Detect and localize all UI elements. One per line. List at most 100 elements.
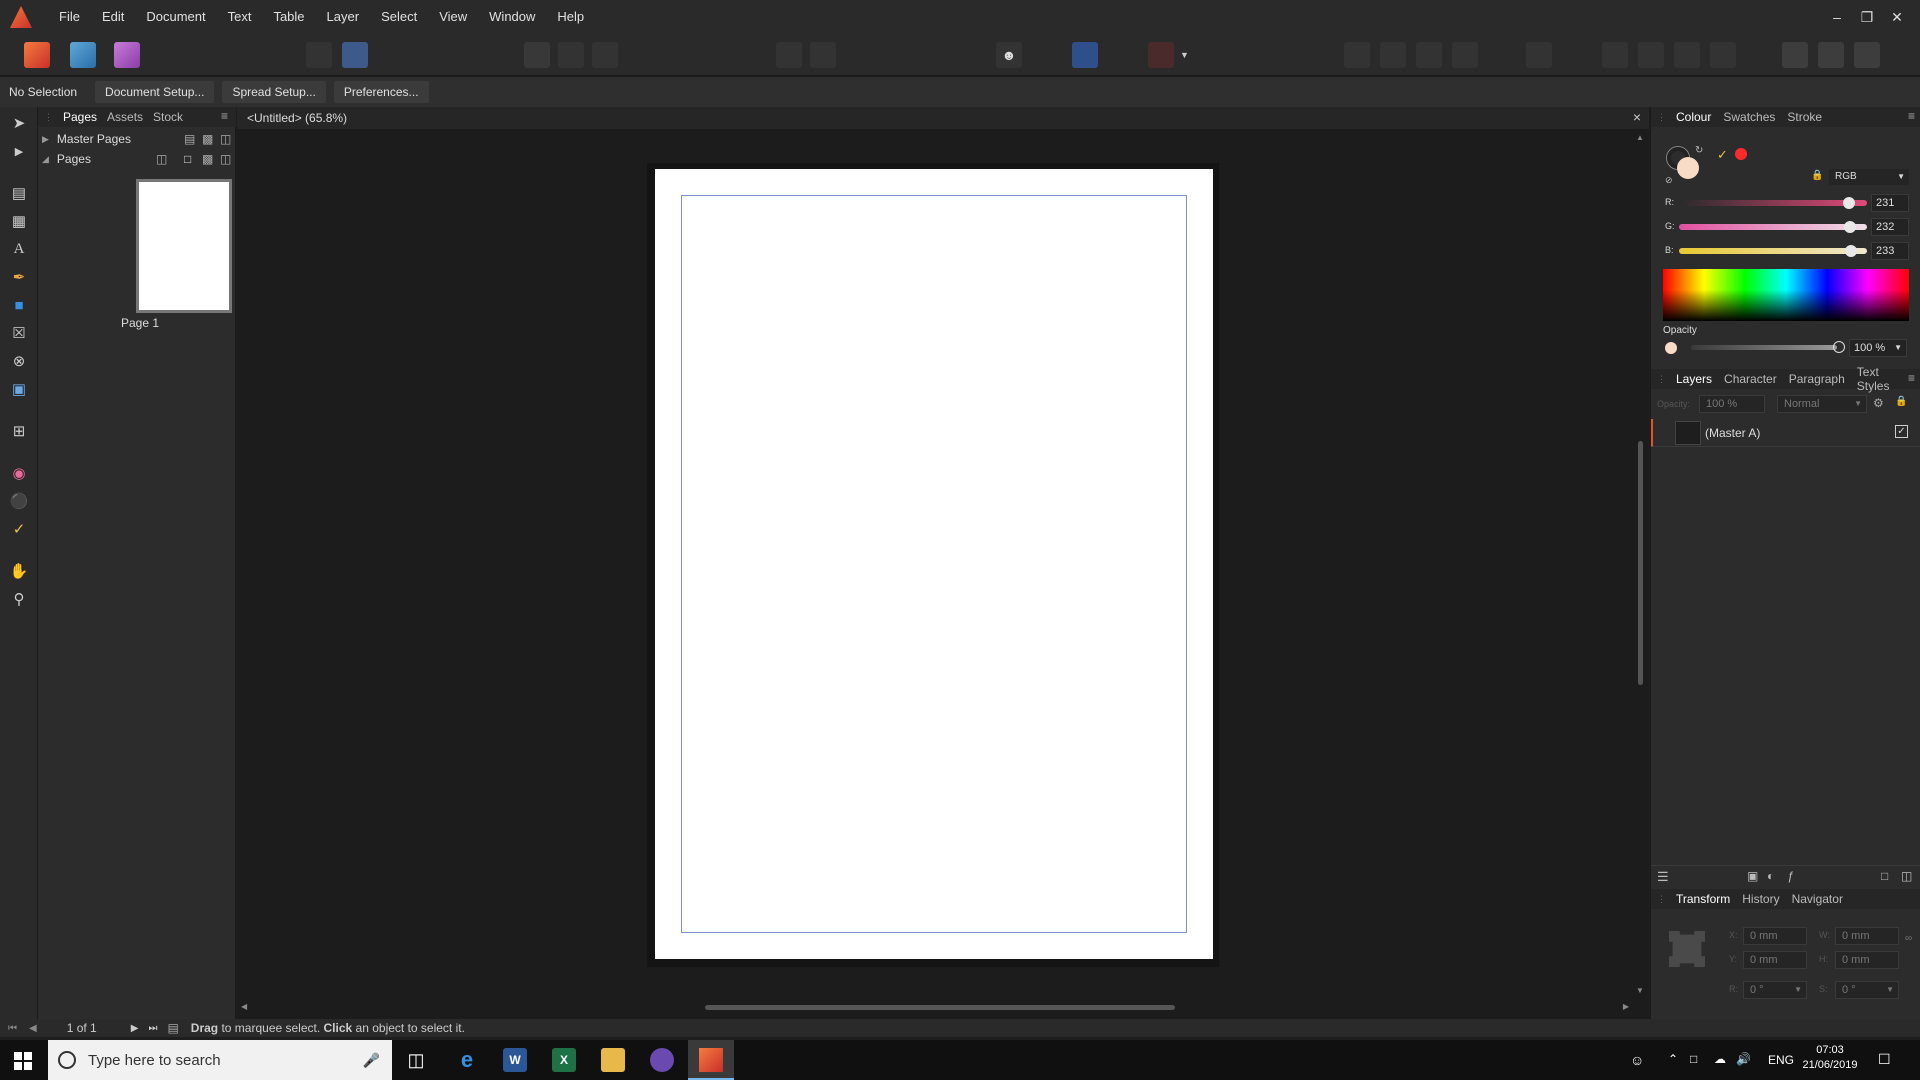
publisher-persona-icon[interactable] <box>24 42 50 68</box>
tab-history[interactable]: History <box>1742 892 1779 906</box>
table-tool-icon[interactable]: ▦ <box>9 211 29 231</box>
expand-triangle-icon[interactable]: ▶ <box>42 134 49 145</box>
horizontal-scrollbar[interactable]: ◀ ▶ <box>241 1002 1641 1013</box>
tab-colour[interactable]: Colour <box>1676 110 1711 124</box>
task-view-icon[interactable]: ◫ <box>404 1048 428 1072</box>
view-mode-normal-icon[interactable] <box>524 42 550 68</box>
taskbar-clock[interactable]: 07:03 21/06/2019 <box>1800 1044 1860 1071</box>
view-mode-bleed-icon[interactable] <box>558 42 584 68</box>
view-hand-tool-icon[interactable]: ✋ <box>9 561 29 581</box>
boolean-add-icon[interactable] <box>1782 42 1808 68</box>
edge-browser-icon[interactable]: e <box>455 1048 479 1072</box>
grip-icon[interactable]: ⋮ <box>44 112 53 123</box>
duplicate-master-icon[interactable]: ▩ <box>202 132 213 146</box>
g-value-field[interactable]: 232 <box>1871 218 1909 236</box>
tab-navigator[interactable]: Navigator <box>1792 892 1843 906</box>
layer-opacity-field[interactable]: 100 % <box>1699 395 1765 413</box>
snapping-dropdown-chevron-icon[interactable]: ▼ <box>1180 50 1189 60</box>
rotation-field[interactable]: 0 ° ▼ <box>1743 981 1807 999</box>
preferences-button[interactable]: Preferences... <box>333 81 429 103</box>
minimize-icon[interactable]: – <box>1822 9 1852 25</box>
link-proportions-icon[interactable]: ∞ <box>1905 933 1912 944</box>
close-window-icon[interactable]: ✕ <box>1882 9 1912 26</box>
scroll-right-icon[interactable]: ▶ <box>1623 1002 1629 1011</box>
lock-icon[interactable]: 🔒 <box>1811 170 1823 181</box>
vertical-scrollbar[interactable]: ▲ ▼ <box>1635 133 1645 995</box>
menu-edit[interactable]: Edit <box>91 0 135 34</box>
page-box-icon[interactable]: ▤ <box>167 1021 178 1035</box>
spread-setup-button[interactable]: Spread Setup... <box>222 81 326 103</box>
colour-model-select[interactable]: RGB ▼ <box>1829 169 1909 185</box>
tab-assets[interactable]: Assets <box>107 110 143 124</box>
b-slider[interactable] <box>1679 245 1867 257</box>
last-page-icon[interactable]: ⏭ <box>148 1023 157 1034</box>
node-tool-icon[interactable]: ▶ <box>9 141 29 161</box>
tab-layers[interactable]: Layers <box>1676 372 1712 386</box>
colour-spectrum[interactable] <box>1663 269 1909 321</box>
restore-icon[interactable]: ❐ <box>1852 9 1882 26</box>
menu-table[interactable]: Table <box>262 0 315 34</box>
picked-colour-swatch[interactable] <box>1735 148 1747 160</box>
panel-menu-icon[interactable]: ≡ <box>221 109 228 123</box>
mask-layer-icon[interactable]: ▣ <box>1747 869 1758 883</box>
move-backward-icon[interactable] <box>1380 42 1406 68</box>
scroll-left-icon[interactable]: ◀ <box>241 1002 247 1011</box>
x-field[interactable]: 0 mm <box>1743 927 1807 945</box>
g-slider-thumb[interactable] <box>1844 221 1857 233</box>
tab-paragraph[interactable]: Paragraph <box>1789 372 1845 386</box>
menu-view[interactable]: View <box>428 0 478 34</box>
microphone-icon[interactable]: 🎤 <box>363 1052 380 1069</box>
b-slider-thumb[interactable] <box>1844 245 1857 257</box>
people-icon[interactable]: ☺ <box>1630 1052 1644 1068</box>
layer-visibility-checkbox[interactable]: ✓ <box>1895 425 1908 438</box>
preflight-icon[interactable] <box>306 42 332 68</box>
frame-text-tool-icon[interactable]: ▤ <box>9 183 29 203</box>
taskbar-search-box[interactable]: Type here to search 🎤 <box>48 1040 392 1080</box>
align-icon[interactable] <box>1526 42 1552 68</box>
master-pages-row[interactable]: ▶ Master Pages ▤ ▩ ◫ <box>42 131 232 147</box>
place-image-tool-icon[interactable]: ▣ <box>9 379 29 399</box>
tab-swatches[interactable]: Swatches <box>1723 110 1775 124</box>
onedrive-cloud-icon[interactable]: ☁ <box>1714 1052 1726 1066</box>
scroll-down-icon[interactable]: ▼ <box>1635 986 1645 995</box>
snapping-magnet-icon[interactable] <box>1148 42 1174 68</box>
menu-text[interactable]: Text <box>217 0 263 34</box>
artistic-text-tool-icon[interactable]: A <box>9 239 29 259</box>
previous-page-icon[interactable]: ◀ <box>29 1023 37 1034</box>
action-center-icon[interactable]: ☐ <box>1878 1051 1891 1068</box>
windows-start-icon[interactable] <box>14 1052 32 1070</box>
colour-picker-icon[interactable]: ✓ <box>1717 147 1728 163</box>
layers-stack-icon[interactable]: ☰ <box>1657 869 1669 885</box>
pen-tool-icon[interactable]: ✒ <box>9 267 29 287</box>
menu-file[interactable]: File <box>48 0 91 34</box>
move-back-icon[interactable] <box>1344 42 1370 68</box>
studio-link-icon[interactable] <box>342 42 368 68</box>
add-master-icon[interactable]: ▤ <box>184 132 195 146</box>
network-icon[interactable]: □ <box>1690 1052 1697 1066</box>
transparency-tool-icon[interactable]: ⚫ <box>9 491 29 511</box>
app-circle-icon[interactable] <box>650 1048 674 1072</box>
menu-document[interactable]: Document <box>135 0 216 34</box>
opacity-slider[interactable] <box>1691 345 1837 350</box>
page-order-icon[interactable]: ◫ <box>156 152 167 166</box>
grip-icon[interactable]: ⋮ <box>1657 894 1666 905</box>
swap-colours-icon[interactable]: ↻ <box>1695 145 1703 156</box>
word-icon[interactable]: W <box>503 1048 527 1072</box>
delete-page-icon[interactable]: ◫ <box>220 152 231 166</box>
blend-mode-select[interactable]: Normal ▼ <box>1777 395 1867 413</box>
horizontal-scroll-thumb[interactable] <box>705 1005 1175 1010</box>
rotate-right-icon[interactable] <box>1710 42 1736 68</box>
collapse-triangle-icon[interactable]: ◢ <box>42 154 49 165</box>
flip-vertical-icon[interactable] <box>1638 42 1664 68</box>
document-setup-button[interactable]: Document Setup... <box>95 81 215 103</box>
layer-lock-icon[interactable]: 🔒 <box>1895 396 1907 407</box>
colour-picker-tool-icon[interactable]: ✓ <box>9 519 29 539</box>
scroll-up-icon[interactable]: ▲ <box>1635 133 1645 142</box>
pin-icon[interactable] <box>776 42 802 68</box>
tab-stock[interactable]: Stock <box>153 110 183 124</box>
move-forward-icon[interactable] <box>1416 42 1442 68</box>
move-front-icon[interactable] <box>1452 42 1478 68</box>
excel-icon[interactable]: X <box>552 1048 576 1072</box>
document-page[interactable] <box>655 169 1213 959</box>
page-thumbnail[interactable] <box>136 179 232 313</box>
